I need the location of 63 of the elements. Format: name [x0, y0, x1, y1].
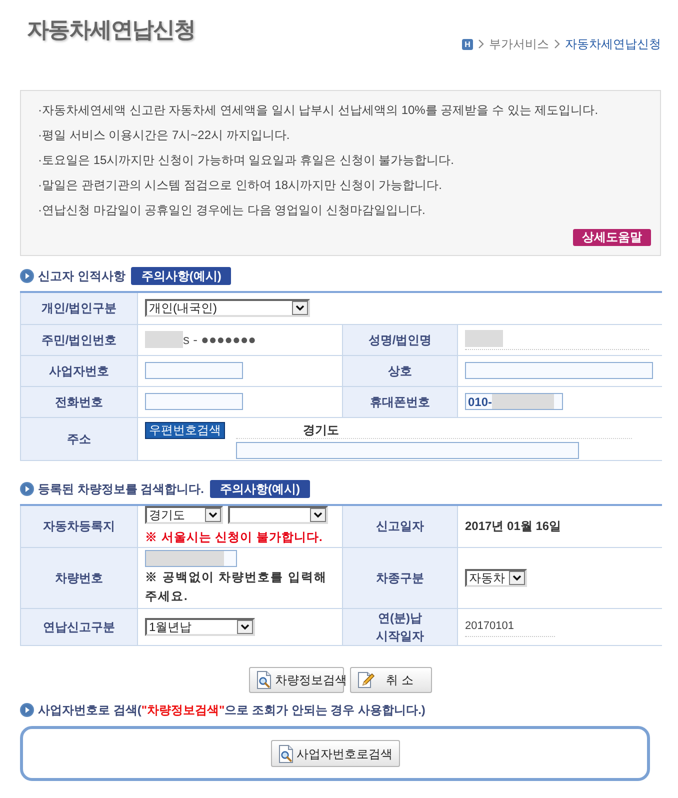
field-label: 주소: [20, 417, 138, 460]
text-input[interactable]: [145, 550, 237, 567]
notice-text: ·연납신청 마감일이 공휴일인 경우에는 다음 영업일이 신청마감일입니다.: [38, 202, 426, 219]
notice-text: ·평일 서비스 이용시간은 7시~22시 까지입니다.: [38, 127, 291, 144]
help-button[interactable]: 상세도움말: [573, 229, 651, 246]
home-link[interactable]: H: [462, 38, 473, 50]
field-label: 전화번호: [20, 386, 138, 417]
section-heading: 사업자번호로 검색("차량정보검색"으로 조회가 안되는 경우 사용합니다.): [38, 702, 426, 719]
chevron-right-icon: [554, 39, 560, 49]
field-label: 차량번호: [20, 548, 138, 608]
field-label: 성명/법인명: [342, 324, 458, 355]
caution-button[interactable]: 주의사항(예시): [131, 267, 232, 285]
text-input[interactable]: [145, 362, 243, 379]
field-label: 주민/법인번호: [20, 324, 138, 355]
vehicle-search-button[interactable]: 차량정보검색: [249, 667, 344, 693]
document-search-icon: [278, 744, 294, 762]
notice-text: ·말일은 관련기관의 시스템 점검으로 인하여 18시까지만 신청이 가능합니다.: [38, 177, 444, 194]
play-circle-icon: [20, 703, 34, 717]
section-heading: 등록된 차량정보를 검색합니다.: [38, 480, 204, 498]
page-title: 자동차세연납신청: [27, 16, 195, 44]
chevron-down-icon: [509, 571, 525, 585]
cancel-button[interactable]: 취 소: [350, 667, 432, 693]
notice-text: ·자동차세연세액 신고란 자동차세 연세액을 일시 납부시 선납세액의 10%를 공제받을 수 있는 제도입니다.: [38, 102, 600, 119]
play-circle-icon: [20, 482, 34, 496]
chevron-right-icon: [478, 39, 484, 49]
field-value: 2017년 01월 16일: [465, 519, 562, 534]
chevron-down-icon: [292, 301, 308, 316]
chevron-down-icon: [205, 508, 221, 522]
field-label: 신고일자: [342, 504, 458, 548]
dropdown[interactable]: 개인(내국인): [145, 299, 310, 318]
notice-text: ·토요일은 15시까지만 신청이 가능하며 일요일과 휴일은 신청이 불가능합니다.: [38, 152, 456, 169]
chevron-down-icon: [237, 620, 253, 634]
play-circle-icon: [20, 269, 34, 283]
dropdown[interactable]: 경기도: [145, 506, 223, 524]
breadcrumb-link[interactable]: 자동차세연납신청: [565, 37, 661, 51]
text-input[interactable]: [236, 442, 579, 458]
field-label: 휴대폰번호: [342, 386, 458, 417]
field-value: 20170101: [465, 618, 514, 634]
caution-button[interactable]: 주의사항(예시): [210, 480, 310, 498]
address-text: 경기도: [303, 422, 339, 438]
field-label: 연납신고구분: [20, 608, 138, 646]
business-search-button[interactable]: 사업자번호로검색: [270, 740, 400, 767]
field-label: 사업자번호: [20, 355, 138, 386]
breadcrumb-link[interactable]: 부가서비스: [489, 37, 549, 51]
section-heading: 신고자 인적사항: [38, 268, 126, 285]
dropdown[interactable]: 자동차: [465, 569, 527, 587]
field-label: 연(분)납 시작일자: [342, 608, 458, 646]
field-label: 상호: [342, 355, 458, 386]
field-value: s - ●●●●●●●: [183, 330, 256, 349]
dropdown[interactable]: 1월년납: [145, 618, 255, 636]
field-label: 자동차등록지: [20, 504, 138, 548]
warning-text: ※ 서울시는 신청이 불가합니다.: [145, 529, 324, 546]
text-input[interactable]: [465, 362, 653, 379]
zip-search-button[interactable]: 우편번호검색: [145, 422, 225, 438]
field-label: 개인/법인구분: [20, 292, 138, 324]
text-input[interactable]: [145, 393, 243, 410]
chevron-down-icon: [310, 508, 326, 522]
field-label: 차종구분: [342, 548, 458, 608]
hint-text: ※ 공백없이 차량번호를 입력해 주세요.: [145, 569, 328, 605]
text-input[interactable]: 010-: [465, 393, 563, 410]
document-search-icon: [256, 671, 272, 689]
document-pencil-icon: [357, 671, 375, 689]
dropdown[interactable]: [228, 506, 328, 524]
